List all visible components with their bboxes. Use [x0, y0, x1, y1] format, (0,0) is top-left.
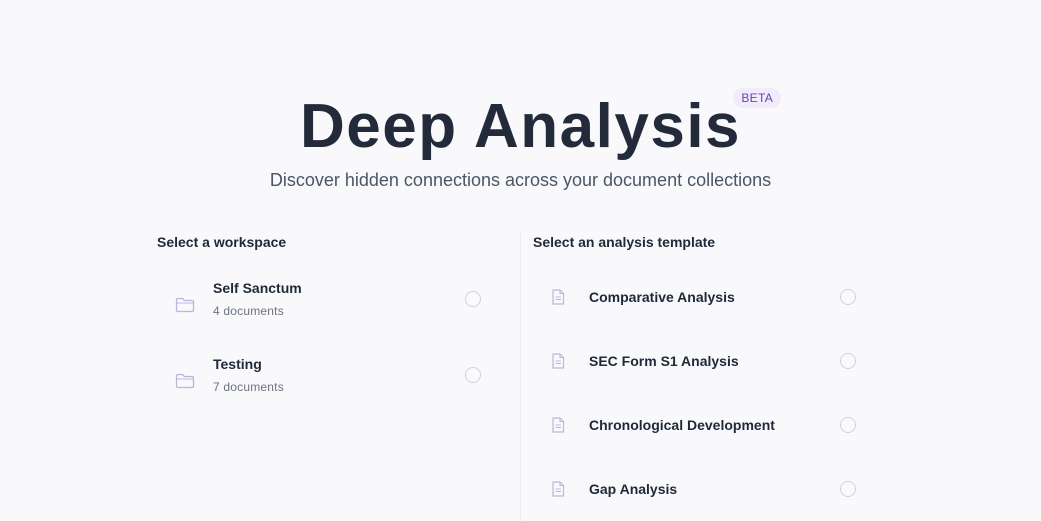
document-icon [551, 289, 565, 305]
page-title: Deep Analysis [299, 92, 742, 161]
workspace-option-self-sanctum[interactable]: Self Sanctum 4 documents [157, 280, 497, 340]
column-divider [520, 232, 521, 521]
workspace-doc-count: 4 documents [213, 304, 284, 318]
template-option-comparative-analysis[interactable]: Comparative Analysis [533, 276, 873, 316]
workspace-name: Testing [213, 356, 262, 372]
workspace-name: Self Sanctum [213, 280, 302, 296]
workspace-column: Select a workspace Self Sanctum 4 docume… [157, 232, 497, 394]
template-name: Chronological Development [589, 417, 775, 433]
workspace-radio[interactable] [465, 367, 481, 383]
template-option-gap-analysis[interactable]: Gap Analysis [533, 468, 873, 508]
beta-badge: BETA [733, 88, 782, 108]
document-icon [551, 417, 565, 433]
template-radio[interactable] [840, 289, 856, 305]
template-option-chronological-development[interactable]: Chronological Development [533, 404, 873, 444]
workspace-option-testing[interactable]: Testing 7 documents [157, 356, 497, 416]
template-name: Comparative Analysis [589, 289, 735, 305]
workspace-radio[interactable] [465, 291, 481, 307]
document-icon [551, 353, 565, 369]
hero-section: Deep Analysis BETA Discover hidden conne… [0, 88, 1041, 191]
template-name: Gap Analysis [589, 481, 678, 497]
template-radio[interactable] [840, 481, 856, 497]
template-radio[interactable] [840, 417, 856, 433]
template-column: Select an analysis template Comparative … [533, 232, 873, 497]
template-name: SEC Form S1 Analysis [589, 353, 739, 369]
workspace-doc-count: 7 documents [213, 380, 284, 394]
workspace-heading: Select a workspace [157, 234, 287, 250]
document-icon [551, 481, 565, 497]
page-subtitle: Discover hidden connections across your … [269, 170, 772, 190]
title-wrap: Deep Analysis BETA [299, 88, 782, 162]
folder-icon [175, 373, 195, 389]
template-heading: Select an analysis template [533, 234, 716, 250]
template-radio[interactable] [840, 353, 856, 369]
template-option-sec-form-s1[interactable]: SEC Form S1 Analysis [533, 340, 873, 380]
folder-icon [175, 297, 195, 313]
